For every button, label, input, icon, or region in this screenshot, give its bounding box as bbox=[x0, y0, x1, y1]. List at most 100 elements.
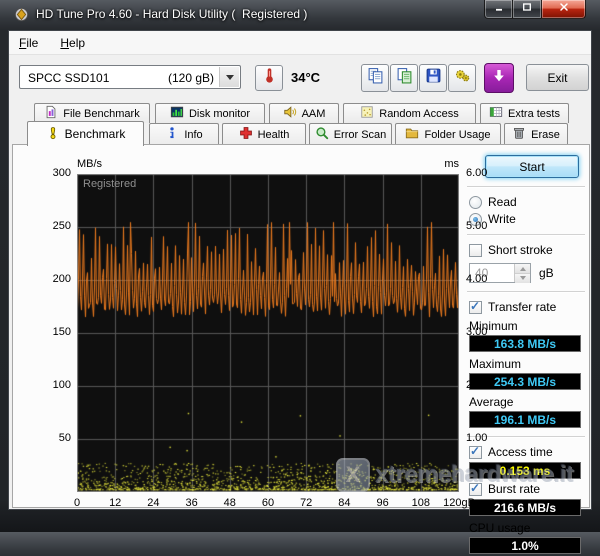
save-button[interactable] bbox=[419, 64, 447, 92]
axis-tick-label: 3.00 bbox=[466, 326, 487, 338]
short-stroke-label: Short stroke bbox=[488, 243, 553, 257]
tab-info[interactable]: Info bbox=[149, 123, 219, 145]
drive-size: (120 gB) bbox=[168, 71, 214, 85]
cpu-usage-label: CPU usage bbox=[469, 521, 587, 535]
hd-tune-app-icon bbox=[14, 7, 29, 22]
menu-help-accel: H bbox=[60, 36, 69, 50]
access-time-option[interactable]: Access time bbox=[469, 445, 587, 459]
tab-label: Disk monitor bbox=[189, 108, 250, 120]
tab-extra-tests[interactable]: Extra tests bbox=[480, 103, 569, 123]
tab-aam[interactable]: AAM bbox=[269, 103, 339, 123]
temperature-button[interactable] bbox=[255, 65, 283, 91]
random-access-icon bbox=[360, 105, 374, 122]
menu-help[interactable]: Help bbox=[60, 36, 85, 50]
axis-tick-label: 300 bbox=[33, 167, 71, 179]
burst-rate-label: Burst rate bbox=[488, 482, 540, 496]
maximize-icon bbox=[521, 0, 533, 18]
erase-icon bbox=[512, 126, 526, 143]
burst-rate-value: 216.6 MB/s bbox=[469, 499, 581, 516]
health-icon bbox=[239, 126, 253, 143]
menu-file[interactable]: File bbox=[19, 36, 38, 50]
capacity-unit: gB bbox=[539, 266, 554, 280]
extra-tests-icon bbox=[489, 105, 503, 122]
tab-random-access[interactable]: Random Access bbox=[343, 103, 476, 123]
download-icon bbox=[491, 68, 507, 89]
title-bar: HD Tune Pro 4.60 - Hard Disk Utility ( R… bbox=[0, 0, 600, 30]
menu-help-rest: elp bbox=[69, 36, 85, 50]
average-value: 196.1 MB/s bbox=[469, 411, 581, 428]
tab-erase[interactable]: Erase bbox=[504, 123, 568, 145]
drive-select[interactable]: SPCC SSD101 (120 gB) bbox=[19, 65, 241, 89]
axis-tick-label: 5.00 bbox=[466, 220, 487, 232]
transfer-rate-option[interactable]: Transfer rate bbox=[469, 300, 587, 314]
error-scan-icon bbox=[315, 126, 329, 143]
toolbar: SPCC SSD101 (120 gB) 34°C Exit bbox=[9, 56, 591, 101]
axis-tick-label: 150 bbox=[33, 326, 71, 338]
access-time-label: Access time bbox=[488, 445, 553, 459]
close-icon bbox=[558, 0, 570, 18]
maximize-button[interactable] bbox=[513, 0, 541, 19]
download-button[interactable] bbox=[484, 63, 514, 93]
write-label: Write bbox=[488, 212, 516, 226]
separator bbox=[467, 234, 585, 236]
maximum-label: Maximum bbox=[469, 357, 587, 371]
tab-label: AAM bbox=[302, 108, 326, 120]
folder-usage-icon bbox=[405, 126, 419, 143]
transfer-rate-label: Transfer rate bbox=[488, 300, 556, 314]
window-controls bbox=[484, 0, 586, 19]
tab-file-benchmark[interactable]: File Benchmark bbox=[34, 103, 150, 123]
start-button[interactable]: Start bbox=[485, 155, 579, 178]
registered-watermark: Registered bbox=[83, 178, 136, 190]
minimize-button[interactable] bbox=[484, 0, 513, 19]
axis-tick-label: 100 bbox=[33, 379, 71, 391]
disk-monitor-icon bbox=[170, 105, 184, 122]
burst-rate-option[interactable]: Burst rate bbox=[469, 482, 587, 496]
benchmark-chart-canvas bbox=[77, 174, 459, 492]
tab-label: Health bbox=[258, 129, 290, 141]
access-time-checkbox[interactable] bbox=[469, 446, 482, 459]
separator bbox=[467, 186, 585, 188]
chevron-down-icon[interactable] bbox=[219, 67, 239, 87]
tab-label: Benchmark bbox=[65, 127, 126, 141]
copy-button[interactable] bbox=[361, 64, 389, 92]
read-radio[interactable] bbox=[469, 196, 482, 209]
options-button[interactable] bbox=[448, 64, 476, 92]
tab-label: File Benchmark bbox=[63, 108, 139, 120]
access-time-value: 0.153 ms bbox=[469, 462, 581, 479]
tab-label: Random Access bbox=[379, 108, 458, 120]
menu-bar: File Help bbox=[9, 31, 591, 55]
copy-image-icon bbox=[396, 67, 413, 89]
stepper-up-icon[interactable] bbox=[515, 264, 530, 274]
minimize-icon bbox=[493, 0, 505, 18]
y-right-axis-unit: ms bbox=[433, 158, 459, 170]
cpu-usage-value: 1.0% bbox=[469, 537, 581, 554]
copy-image-button[interactable] bbox=[390, 64, 418, 92]
window-title: HD Tune Pro 4.60 - Hard Disk Utility ( R… bbox=[36, 7, 307, 21]
tab-error-scan[interactable]: Error Scan bbox=[309, 123, 392, 145]
axis-tick-label: 50 bbox=[33, 432, 71, 444]
tab-folder-usage[interactable]: Folder Usage bbox=[395, 123, 501, 145]
stepper-buttons[interactable] bbox=[514, 264, 530, 282]
tab-disk-monitor[interactable]: Disk monitor bbox=[155, 103, 265, 123]
axis-tick-label: 200 bbox=[33, 273, 71, 285]
benchmark-page: MB/s ms Registered Start Read Write Shor… bbox=[12, 144, 590, 508]
tab-health[interactable]: Health bbox=[222, 123, 306, 145]
read-option[interactable]: Read bbox=[469, 195, 587, 209]
short-stroke-option[interactable]: Short stroke bbox=[469, 243, 587, 257]
exit-button[interactable]: Exit bbox=[526, 64, 589, 91]
close-button[interactable] bbox=[541, 0, 586, 19]
tab-label: Erase bbox=[531, 129, 560, 141]
transfer-rate-checkbox[interactable] bbox=[469, 301, 482, 314]
axis-tick-label: 1.00 bbox=[466, 432, 487, 444]
menu-file-rest: ile bbox=[26, 36, 38, 50]
short-stroke-checkbox[interactable] bbox=[469, 244, 482, 257]
axis-tick-label: 120gB bbox=[437, 497, 481, 509]
axis-tick-label: 4.00 bbox=[466, 273, 487, 285]
tab-label: Error Scan bbox=[334, 129, 387, 141]
drive-name: SPCC SSD101 bbox=[28, 71, 109, 85]
stepper-down-icon[interactable] bbox=[515, 274, 530, 283]
burst-rate-checkbox[interactable] bbox=[469, 483, 482, 496]
tab-label: Folder Usage bbox=[424, 129, 490, 141]
axis-tick-label: 6.00 bbox=[466, 167, 487, 179]
tab-benchmark[interactable]: Benchmark bbox=[27, 121, 144, 146]
